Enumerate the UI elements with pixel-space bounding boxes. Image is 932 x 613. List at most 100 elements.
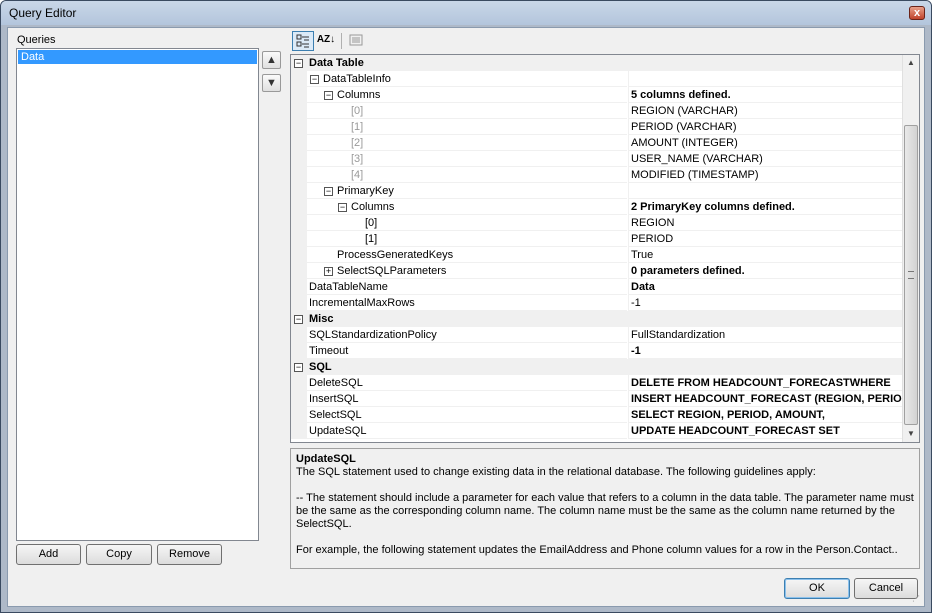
property-row[interactable]: [4] MODIFIED (TIMESTAMP) — [291, 167, 902, 183]
categorized-button[interactable] — [292, 31, 314, 51]
arrow-down-icon: ▼ — [266, 77, 277, 89]
description-panel: UpdateSQL The SQL statement used to chan… — [290, 448, 920, 569]
property-value[interactable]: SELECT REGION, PERIOD, AMOUNT, — [628, 407, 902, 423]
property-row[interactable]: IncrementalMaxRows -1 — [291, 295, 902, 311]
property-grid-toolbar: AZ↓ — [290, 30, 920, 52]
property-pages-button[interactable] — [345, 31, 367, 51]
property-row[interactable]: [1] PERIOD (VARCHAR) — [291, 119, 902, 135]
window-title: Query Editor — [9, 6, 77, 20]
property-name: DeleteSQL — [307, 375, 627, 391]
row-margin — [291, 231, 307, 247]
toolbar-separator — [341, 33, 342, 49]
description-line: For example, the following statement upd… — [296, 544, 898, 556]
title-bar[interactable]: Query Editor x — [1, 1, 931, 25]
grid-scrollbar[interactable]: ▲ ▼ — [902, 55, 919, 442]
property-row[interactable]: DataTableName Data — [291, 279, 902, 295]
close-button[interactable]: x — [909, 6, 925, 20]
collapse-icon[interactable]: − — [294, 315, 303, 324]
property-row[interactable]: InsertSQL INSERT HEADCOUNT_FORECAST (REGI… — [291, 391, 902, 407]
property-row[interactable]: − Columns 5 columns defined. — [291, 87, 902, 103]
property-row[interactable]: − PrimaryKey — [291, 183, 902, 199]
property-value[interactable]: Data — [628, 279, 902, 295]
property-value[interactable]: AMOUNT (INTEGER) — [628, 135, 902, 151]
property-name: [1] — [307, 231, 627, 247]
property-row[interactable]: [0] REGION (VARCHAR) — [291, 103, 902, 119]
property-name: [4] — [307, 167, 627, 183]
property-grid[interactable]: − Data Table − DataTableInfo − Columns 5 colum… — [290, 54, 920, 443]
queries-list[interactable]: Data — [16, 48, 259, 541]
property-row[interactable]: + SelectSQLParameters 0 parameters defined… — [291, 263, 902, 279]
property-name: PrimaryKey — [307, 183, 627, 199]
row-margin — [291, 71, 307, 87]
property-value[interactable]: -1 — [628, 295, 902, 311]
row-margin — [291, 199, 307, 215]
move-down-button[interactable]: ▼ — [262, 74, 281, 92]
property-value[interactable]: 2 PrimaryKey columns defined. — [628, 199, 902, 215]
property-name: ProcessGeneratedKeys — [307, 247, 627, 263]
property-name: [2] — [307, 135, 627, 151]
property-value[interactable]: PERIOD (VARCHAR) — [628, 119, 902, 135]
property-value[interactable]: INSERT HEADCOUNT_FORECAST (REGION, PERIO… — [628, 391, 902, 407]
category-row[interactable]: − SQL — [291, 359, 902, 375]
scroll-thumb[interactable] — [904, 125, 918, 425]
property-value[interactable]: 0 parameters defined. — [628, 263, 902, 279]
cancel-button[interactable]: Cancel — [854, 578, 918, 599]
property-value[interactable]: FullStandardization — [628, 327, 902, 343]
property-row[interactable]: UpdateSQL UPDATE HEADCOUNT_FORECAST SET — [291, 423, 902, 439]
property-row[interactable]: − DataTableInfo — [291, 71, 902, 87]
property-value[interactable] — [628, 71, 902, 87]
property-row[interactable]: ProcessGeneratedKeys True — [291, 247, 902, 263]
property-name: SQLStandardizationPolicy — [307, 327, 627, 343]
remove-button[interactable]: Remove — [157, 544, 222, 565]
property-row[interactable]: SelectSQL SELECT REGION, PERIOD, AMOUNT, — [291, 407, 902, 423]
row-margin — [291, 375, 307, 391]
property-value[interactable]: PERIOD — [628, 231, 902, 247]
property-name: Data Table — [309, 57, 364, 69]
add-button[interactable]: Add — [16, 544, 81, 565]
property-value[interactable]: USER_NAME (VARCHAR) — [628, 151, 902, 167]
move-up-button[interactable]: ▲ — [262, 51, 281, 69]
property-row[interactable]: − Columns 2 PrimaryKey columns defined. — [291, 199, 902, 215]
property-value[interactable]: -1 — [628, 343, 902, 359]
property-name: Misc — [309, 313, 334, 325]
row-margin — [291, 327, 307, 343]
row-margin — [291, 103, 307, 119]
scroll-up-icon[interactable]: ▲ — [903, 55, 919, 71]
property-pages-icon — [349, 34, 363, 46]
collapse-icon[interactable]: − — [294, 59, 303, 68]
property-name: [0] — [307, 215, 627, 231]
property-row[interactable]: [1] PERIOD — [291, 231, 902, 247]
row-margin — [291, 135, 307, 151]
property-value[interactable]: REGION (VARCHAR) — [628, 103, 902, 119]
property-name: SQL — [309, 361, 332, 373]
property-value[interactable]: DELETE FROM HEADCOUNT_FORECASTWHERE — [628, 375, 902, 391]
property-name: [3] — [307, 151, 627, 167]
scroll-down-icon[interactable]: ▼ — [903, 426, 919, 442]
property-name: [1] — [307, 119, 627, 135]
copy-button[interactable]: Copy — [86, 544, 152, 565]
property-value[interactable] — [628, 183, 902, 199]
property-row[interactable]: Timeout -1 — [291, 343, 902, 359]
property-value[interactable]: 5 columns defined. — [628, 87, 902, 103]
collapse-icon[interactable]: − — [294, 363, 303, 372]
ok-button[interactable]: OK — [784, 578, 850, 599]
property-row[interactable]: [3] USER_NAME (VARCHAR) — [291, 151, 902, 167]
resize-grip-icon[interactable]: ⋰ — [912, 594, 922, 604]
property-row[interactable]: [2] AMOUNT (INTEGER) — [291, 135, 902, 151]
category-row[interactable]: − Misc — [291, 311, 902, 327]
property-name: DataTableInfo — [307, 71, 627, 87]
property-value[interactable]: MODIFIED (TIMESTAMP) — [628, 167, 902, 183]
row-margin — [291, 423, 307, 439]
property-value[interactable]: True — [628, 247, 902, 263]
property-row[interactable]: DeleteSQL DELETE FROM HEADCOUNT_FORECASTW… — [291, 375, 902, 391]
property-value[interactable]: REGION — [628, 215, 902, 231]
property-row[interactable]: SQLStandardizationPolicy FullStandardizat… — [291, 327, 902, 343]
row-margin — [291, 343, 307, 359]
alphabetical-button[interactable]: AZ↓ — [315, 31, 337, 51]
row-margin — [291, 183, 307, 199]
property-row[interactable]: [0] REGION — [291, 215, 902, 231]
category-row[interactable]: − Data Table — [291, 55, 902, 71]
query-item-data[interactable]: Data — [18, 50, 257, 64]
description-line: The SQL statement used to change existin… — [296, 466, 816, 478]
property-value[interactable]: UPDATE HEADCOUNT_FORECAST SET — [628, 423, 902, 439]
